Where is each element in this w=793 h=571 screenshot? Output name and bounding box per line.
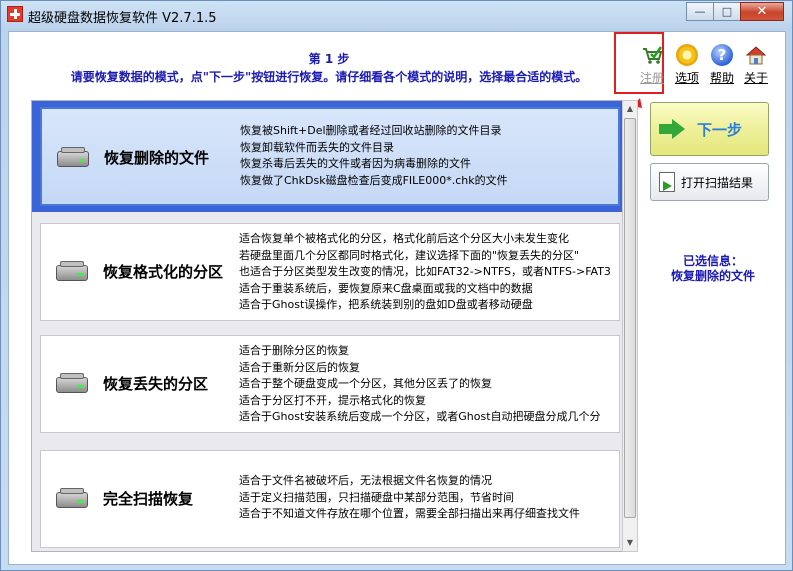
close-button[interactable]: ✕ [740,2,784,21]
home-icon [745,44,767,66]
help-label: 帮助 [709,71,734,85]
next-step-label: 下一步 [697,120,743,139]
title-bar: 超级硬盘数据恢复软件 V2.7.1.5 — □ ✕ [1,1,792,29]
step-description: 请要恢复数据的模式，点"下一步"按钮进行恢复。请仔细看各个模式的说明，选择最合适… [70,70,588,84]
help-button[interactable]: ? 帮助 [707,44,737,86]
mode-description: 适合恢复单个被格式化的分区，格式化前后这个分区大小未发生变化 若硬盘里面几个分区… [239,232,611,311]
next-step-button[interactable]: 下一步 [650,102,769,156]
options-label: 选项 [674,71,699,85]
open-scan-result-label: 打开扫描结果 [681,175,754,190]
window-title: 超级硬盘数据恢复软件 V2.7.1.5 [28,11,217,26]
main-panel: 第 1 步 请要恢复数据的模式，点"下一步"按钮进行恢复。请仔细看各个模式的说明… [8,31,786,565]
open-file-icon [659,172,675,192]
mode-description: 适合于文件名被破坏后，无法根据文件名恢复的情况 适于定义扫描范围，只扫描硬盘中某… [239,474,580,520]
mode-description: 适合于删除分区的恢复 适合于重新分区后的恢复 适合于整个硬盘变成一个分区，其他分… [239,344,601,423]
scroll-up-icon[interactable]: ▲ [623,101,637,117]
help-icon: ? [711,44,733,66]
cart-icon [641,44,663,66]
maximize-button[interactable]: □ [713,2,741,21]
hard-disk-icon [57,147,91,169]
mode-title: 恢复格式化的分区 [103,263,224,281]
mode-title: 恢复丢失的分区 [103,375,209,393]
options-button[interactable]: 选项 [672,44,702,86]
about-button[interactable]: 关于 [741,44,771,86]
mode-list: 恢复删除的文件 恢复被Shift+Del删除或者经过回收站删除的文件目录 恢复卸… [31,100,638,552]
mode-card-formatted-partition[interactable]: 恢复格式化的分区 适合恢复单个被格式化的分区，格式化前后这个分区大小未发生变化 … [40,223,620,321]
arrow-right-icon [659,119,685,139]
vertical-scrollbar[interactable]: ▲ ▼ [622,100,638,552]
app-logo-icon [7,6,23,22]
open-scan-result-button[interactable]: 打开扫描结果 [650,163,769,201]
gear-icon [676,44,698,66]
hard-disk-icon [56,373,90,395]
window-controls: — □ ✕ [686,2,784,21]
mode-card-full-scan[interactable]: 完全扫描恢复 适合于文件名被破坏后，无法根据文件名恢复的情况 适于定义扫描范围，… [40,450,620,548]
hard-disk-icon [56,261,90,283]
scroll-down-icon[interactable]: ▼ [623,535,637,551]
selected-info-value: 恢复删除的文件 [670,269,755,283]
register-label: 注册 [639,71,664,85]
mode-card-lost-partition[interactable]: 恢复丢失的分区 适合于删除分区的恢复 适合于重新分区后的恢复 适合于整个硬盘变成… [40,335,620,433]
mode-title: 恢复删除的文件 [104,149,210,167]
step-title: 第 1 步 [308,52,350,66]
hard-disk-icon [56,488,90,510]
top-toolbar: 注册 选项 ? 帮助 关于 [637,44,777,89]
minimize-button[interactable]: — [686,2,714,21]
mode-description: 恢复被Shift+Del删除或者经过回收站删除的文件目录 恢复卸载软件而丢失的文… [240,124,508,187]
mode-title: 完全扫描恢复 [103,490,194,508]
app-window: 超级硬盘数据恢复软件 V2.7.1.5 — □ ✕ 第 1 步 请要恢复数据的模… [0,0,793,571]
about-label: 关于 [743,71,768,85]
scroll-thumb[interactable] [624,118,636,518]
mode-card-deleted-files[interactable]: 恢复删除的文件 恢复被Shift+Del删除或者经过回收站删除的文件目录 恢复卸… [40,107,620,206]
register-button[interactable]: 注册 [637,44,667,86]
